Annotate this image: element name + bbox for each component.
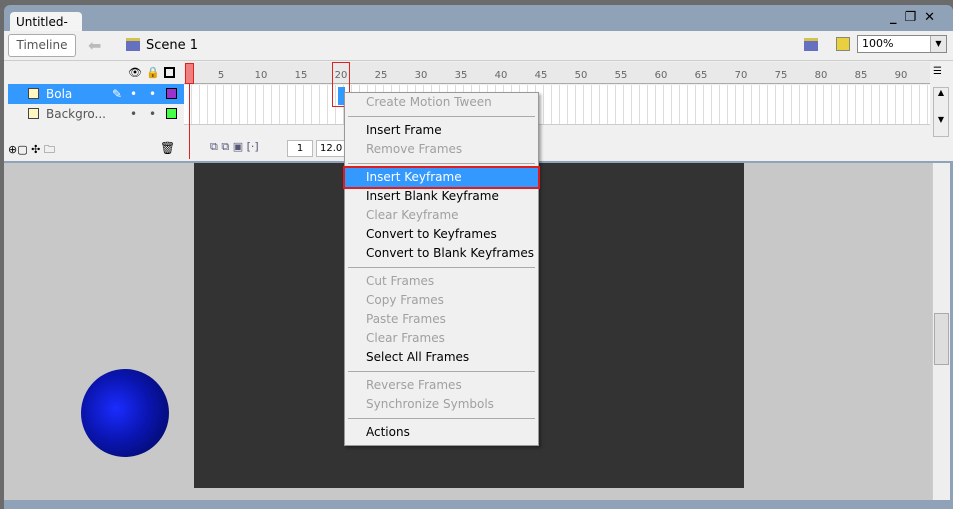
layer-icon	[28, 108, 39, 119]
scroll-thumb[interactable]	[934, 313, 949, 365]
lock-dot[interactable]: •	[149, 84, 156, 104]
stage-scrollbar[interactable]	[932, 163, 950, 500]
ruler-label: 85	[854, 70, 868, 81]
ruler-label: 10	[254, 70, 268, 81]
visibility-dot[interactable]: •	[130, 84, 137, 104]
visibility-dot[interactable]: •	[130, 104, 137, 124]
zoom-select[interactable]: 100% ▼	[857, 35, 947, 53]
ball-shape[interactable]	[81, 369, 169, 457]
ruler-label: 65	[694, 70, 708, 81]
ruler-label: 45	[534, 70, 548, 81]
menu-item-clear-keyframe: Clear Keyframe	[366, 208, 459, 222]
timeline-button[interactable]: Timeline	[8, 34, 76, 57]
current-frame: 1	[287, 140, 313, 157]
menu-item-convert-to-keyframes[interactable]: Convert to Keyframes	[345, 225, 538, 244]
ruler-label: 75	[774, 70, 788, 81]
menu-separator	[348, 371, 535, 372]
playhead[interactable]	[185, 63, 194, 84]
menu-separator	[348, 418, 535, 419]
edit-symbols-icon[interactable]	[836, 37, 850, 51]
menu-separator	[348, 163, 535, 164]
restore-icon[interactable]: ❐	[904, 10, 924, 25]
layer-color[interactable]	[166, 88, 177, 99]
window-controls: _❐✕	[890, 10, 943, 25]
menu-item-cut-frames: Cut Frames	[366, 274, 435, 288]
layer-name: Bola	[46, 87, 73, 101]
ruler-label: 30	[414, 70, 428, 81]
layer-icon	[28, 88, 39, 99]
context-menu: Create Motion Tween Insert Frame Remove Fr…	[343, 92, 540, 446]
menu-item-reverse-frames: Reverse Frames	[366, 378, 462, 392]
timeline-scrollbar[interactable]: ▲ ▼	[933, 87, 949, 137]
menu-item-remove-frames: Remove Frames	[366, 142, 463, 156]
menu-item-paste-frames: Paste Frames	[366, 312, 446, 326]
ruler-label: 70	[734, 70, 748, 81]
menu-item-actions[interactable]: Actions	[345, 423, 538, 442]
menu-item-insert-keyframe[interactable]: Insert Keyframe	[343, 166, 540, 189]
layer-name: Backgro...	[46, 107, 106, 121]
playhead-line	[189, 84, 190, 159]
ruler-label: 90	[894, 70, 908, 81]
layer-color[interactable]	[166, 108, 177, 119]
back-arrow-icon[interactable]: ⬅	[88, 36, 101, 55]
edit-scene-icon[interactable]	[804, 38, 818, 51]
add-layer-icon[interactable]: ⊕▢ ✣ 🗀	[8, 141, 55, 160]
menu-item-synchronize-symbols: Synchronize Symbols	[366, 397, 494, 411]
menu-item-insert-blank-keyframe[interactable]: Insert Blank Keyframe	[345, 187, 538, 206]
onion-skin-icons[interactable]: ⧉ ⧉ ▣ [·]	[210, 140, 259, 154]
menu-item-create-motion-tween: Create Motion Tween	[366, 95, 492, 109]
ruler-label: 40	[494, 70, 508, 81]
menu-separator	[348, 267, 535, 268]
frame-grid[interactable]	[184, 85, 930, 125]
ruler-label: 25	[374, 70, 388, 81]
ruler-label: 80	[814, 70, 828, 81]
ruler-label: 50	[574, 70, 588, 81]
ruler-label: 35	[454, 70, 468, 81]
menu-item-select-all-frames[interactable]: Select All Frames	[345, 348, 538, 367]
menu-item-insert-frame[interactable]: Insert Frame	[345, 121, 538, 140]
layer-row[interactable]: Backgro... • •	[8, 104, 184, 124]
chevron-down-icon[interactable]: ▼	[930, 36, 946, 52]
close-icon[interactable]: ✕	[924, 10, 943, 25]
menu-separator	[348, 116, 535, 117]
minimize-icon[interactable]: _	[890, 10, 905, 25]
frame-ruler[interactable]: 151015202530354045505560657075808590	[184, 62, 930, 84]
menu-item-clear-frames: Clear Frames	[366, 331, 445, 345]
layer-row[interactable]: Bola ✎ • •	[8, 84, 184, 104]
ruler-label: 5	[217, 70, 225, 81]
delete-layer-icon[interactable]: 🗑	[160, 141, 175, 155]
scene-label: Scene 1	[146, 38, 199, 53]
document-tab[interactable]: Untitled-1*	[10, 12, 82, 43]
lock-dot[interactable]: •	[149, 104, 156, 124]
ruler-label: 15	[294, 70, 308, 81]
pencil-icon: ✎	[112, 87, 123, 101]
menu-item-convert-to-blank-keyframes[interactable]: Convert to Blank Keyframes	[345, 244, 538, 263]
menu-item-copy-frames: Copy Frames	[366, 293, 444, 307]
panel-menu-icon[interactable]: ☰	[933, 66, 942, 77]
ruler-label: 55	[614, 70, 628, 81]
ruler-label: 60	[654, 70, 668, 81]
scene-clapper-icon	[126, 38, 140, 51]
